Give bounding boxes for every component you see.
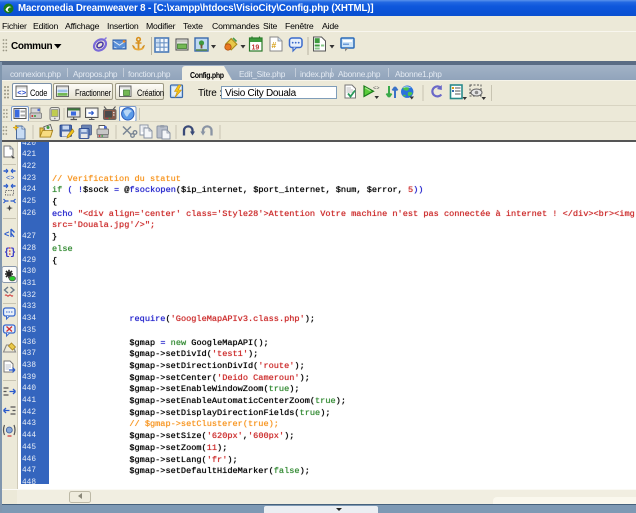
svg-text:<: <: [4, 230, 9, 240]
svg-text:<>: <>: [373, 85, 380, 92]
svg-text:#: #: [272, 40, 277, 50]
svg-text:{}: {}: [4, 247, 16, 259]
svg-text:<>: <>: [6, 175, 14, 183]
svg-text:<>: <>: [17, 90, 27, 98]
svg-text:19: 19: [252, 45, 260, 52]
